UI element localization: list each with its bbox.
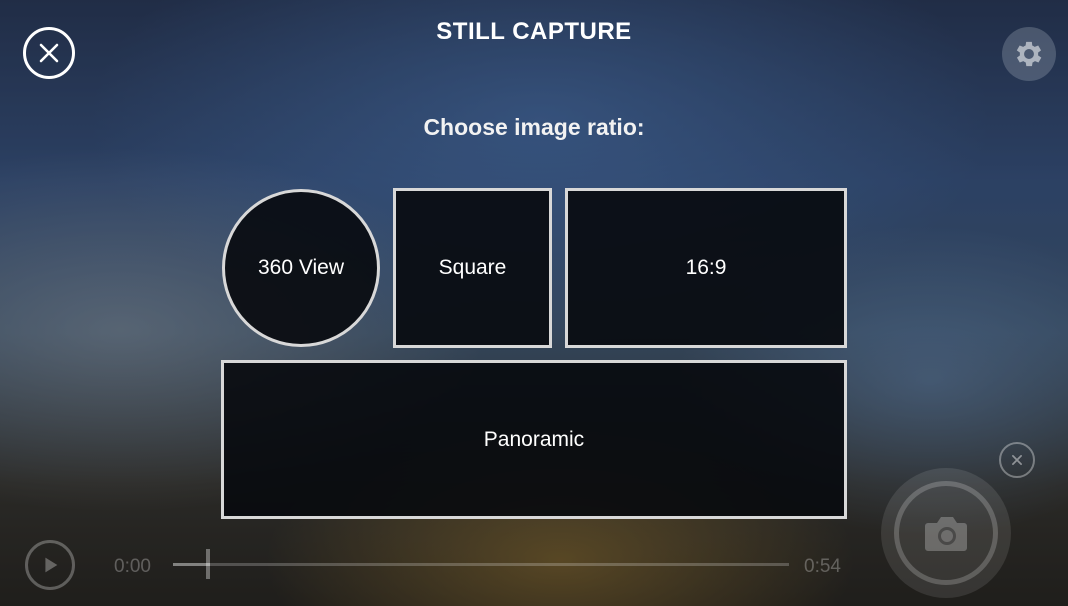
ratio-option-square[interactable]: Square xyxy=(393,188,552,348)
page-title: STILL CAPTURE xyxy=(436,18,632,45)
ratio-option-16-9[interactable]: 16:9 xyxy=(565,188,847,348)
camera-icon xyxy=(925,517,967,551)
ratio-prompt: Choose image ratio: xyxy=(423,114,645,140)
capture-screen: STILL CAPTURE Choose image ratio: 360 Vi… xyxy=(0,0,1068,606)
ratio-option-label: 360 View xyxy=(257,256,344,279)
ratio-option-label: Panoramic xyxy=(483,427,585,451)
scrubber-track[interactable] xyxy=(173,563,789,566)
ratio-option-label: 16:9 xyxy=(685,256,727,279)
play-icon xyxy=(45,557,58,573)
play-button[interactable] xyxy=(25,540,75,590)
settings-button[interactable] xyxy=(1002,27,1056,81)
total-time: 0:54 xyxy=(804,556,841,577)
shutter-button[interactable] xyxy=(881,468,1011,598)
scrubber-progress xyxy=(173,563,210,566)
scrubber-handle[interactable] xyxy=(206,549,210,579)
dismiss-button[interactable] xyxy=(999,442,1035,478)
ratio-option-360-view[interactable]: 360 View xyxy=(222,189,380,347)
shutter-ring xyxy=(894,481,998,585)
ratio-option-label: Square xyxy=(438,256,507,279)
close-icon xyxy=(1012,455,1022,465)
gear-icon xyxy=(1016,41,1042,67)
ratio-option-panoramic[interactable]: Panoramic xyxy=(221,360,847,519)
elapsed-time: 0:00 xyxy=(114,556,151,577)
